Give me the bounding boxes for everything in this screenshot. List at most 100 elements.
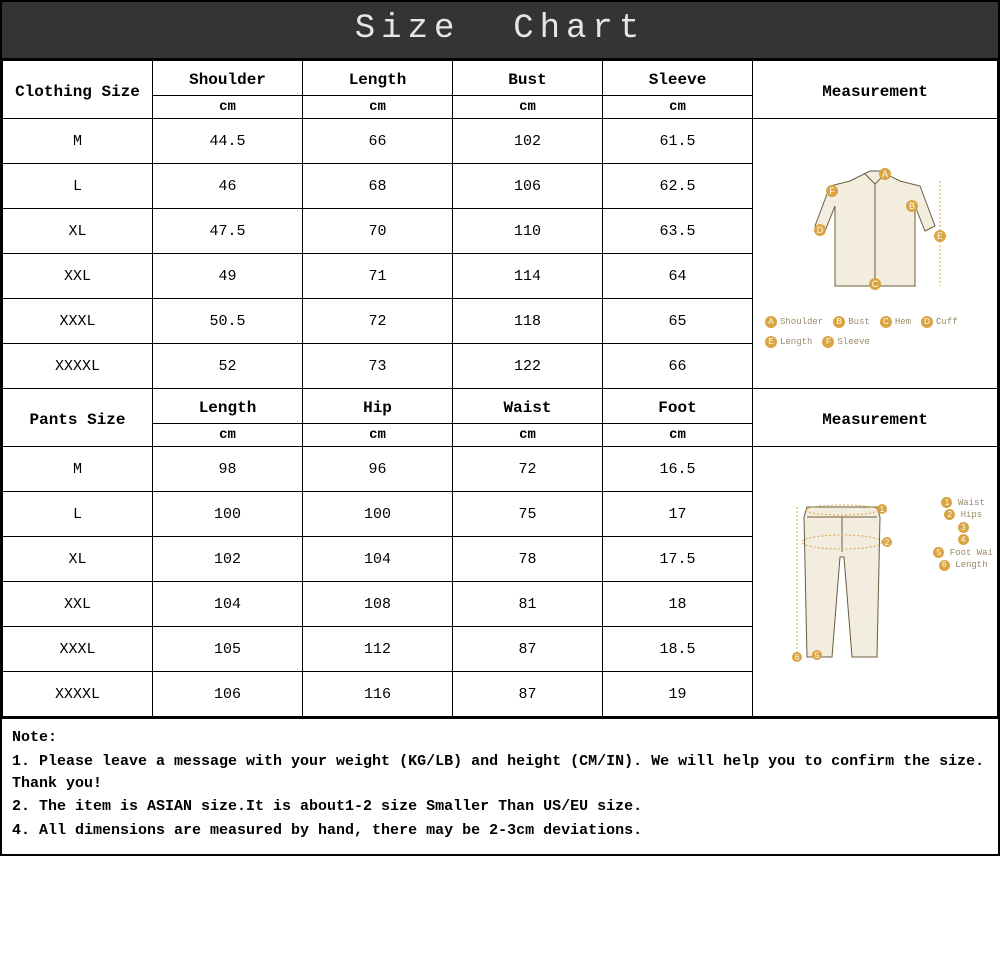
pants-size-header: Pants Size bbox=[3, 389, 153, 447]
cell: 47.5 bbox=[153, 209, 303, 254]
size-label: M bbox=[3, 119, 153, 164]
unit-foot: cm bbox=[603, 424, 753, 447]
cell: 78 bbox=[453, 537, 603, 582]
size-label: M bbox=[3, 447, 153, 492]
cell: 102 bbox=[453, 119, 603, 164]
cell: 65 bbox=[603, 299, 753, 344]
unit-bust: cm bbox=[453, 96, 603, 119]
cell: 49 bbox=[153, 254, 303, 299]
pants-legend: 1 Waist 2 Hips 3 4 5 Foot Wai 6 Length bbox=[933, 497, 993, 573]
cell: 81 bbox=[453, 582, 603, 627]
shirt-measurement-diagram: A B C D E F AShoulder BBust bbox=[753, 119, 998, 389]
cell: 44.5 bbox=[153, 119, 303, 164]
unit-waist: cm bbox=[453, 424, 603, 447]
svg-text:5: 5 bbox=[815, 651, 820, 660]
size-label: XXL bbox=[3, 254, 153, 299]
cell: 64 bbox=[603, 254, 753, 299]
notes-section: Note: 1. Please leave a message with you… bbox=[2, 717, 998, 854]
title-bar: Size Chart bbox=[2, 2, 998, 60]
cell: 100 bbox=[303, 492, 453, 537]
size-label: XXXXL bbox=[3, 672, 153, 717]
svg-text:1: 1 bbox=[880, 505, 885, 514]
col-hip: Hip bbox=[303, 389, 453, 424]
cell: 63.5 bbox=[603, 209, 753, 254]
cell: 66 bbox=[303, 119, 453, 164]
cell: 16.5 bbox=[603, 447, 753, 492]
cell: 73 bbox=[303, 344, 453, 389]
size-label: XXXXL bbox=[3, 344, 153, 389]
cell: 104 bbox=[153, 582, 303, 627]
cell: 102 bbox=[153, 537, 303, 582]
svg-text:E: E bbox=[937, 231, 943, 241]
unit-p-length: cm bbox=[153, 424, 303, 447]
cell: 114 bbox=[453, 254, 603, 299]
cell: 72 bbox=[303, 299, 453, 344]
cell: 72 bbox=[453, 447, 603, 492]
cell: 17.5 bbox=[603, 537, 753, 582]
unit-shoulder: cm bbox=[153, 96, 303, 119]
shirt-legend: AShoulder BBust CHem DCuff ELength FSlee… bbox=[757, 312, 993, 348]
unit-sleeve: cm bbox=[603, 96, 753, 119]
cell: 96 bbox=[303, 447, 453, 492]
cell: 52 bbox=[153, 344, 303, 389]
svg-text:F: F bbox=[829, 186, 835, 196]
notes-heading: Note: bbox=[12, 727, 988, 749]
shirt-icon: A B C D E F bbox=[790, 166, 960, 306]
pants-meas-header: Measurement bbox=[753, 389, 998, 447]
note-line: 4. All dimensions are measured by hand, … bbox=[12, 820, 988, 842]
svg-text:A: A bbox=[882, 169, 888, 179]
svg-text:6: 6 bbox=[795, 653, 800, 662]
unit-hip: cm bbox=[303, 424, 453, 447]
cell: 61.5 bbox=[603, 119, 753, 164]
cell: 116 bbox=[303, 672, 453, 717]
cell: 19 bbox=[603, 672, 753, 717]
cell: 106 bbox=[453, 164, 603, 209]
cell: 100 bbox=[153, 492, 303, 537]
clothing-table: Clothing Size Shoulder Length Bust Sleev… bbox=[2, 60, 998, 717]
col-sleeve: Sleeve bbox=[603, 61, 753, 96]
col-waist: Waist bbox=[453, 389, 603, 424]
cell: 106 bbox=[153, 672, 303, 717]
size-label: L bbox=[3, 492, 153, 537]
pants-measurement-diagram: 1 2 5 6 1 Waist 2 Hips 3 4 5 Foot Wai 6 … bbox=[753, 447, 998, 717]
cell: 87 bbox=[453, 627, 603, 672]
cell: 87 bbox=[453, 672, 603, 717]
chart-title: Size Chart bbox=[355, 10, 645, 48]
table-row: M 44.5 66 102 61.5 A B bbox=[3, 119, 998, 164]
unit-length: cm bbox=[303, 96, 453, 119]
cell: 66 bbox=[603, 344, 753, 389]
note-line: 2. The item is ASIAN size.It is about1-2… bbox=[12, 796, 988, 818]
cell: 50.5 bbox=[153, 299, 303, 344]
cell: 62.5 bbox=[603, 164, 753, 209]
size-label: XXXL bbox=[3, 299, 153, 344]
col-shoulder: Shoulder bbox=[153, 61, 303, 96]
cell: 98 bbox=[153, 447, 303, 492]
size-label: XXL bbox=[3, 582, 153, 627]
svg-text:B: B bbox=[909, 201, 915, 211]
col-foot: Foot bbox=[603, 389, 753, 424]
cell: 75 bbox=[453, 492, 603, 537]
col-length: Length bbox=[303, 61, 453, 96]
cell: 70 bbox=[303, 209, 453, 254]
size-label: L bbox=[3, 164, 153, 209]
size-chart-container: Size Chart Clothing Size Shoulder Length… bbox=[0, 0, 1000, 856]
svg-text:C: C bbox=[872, 279, 879, 289]
cell: 46 bbox=[153, 164, 303, 209]
col-p-length: Length bbox=[153, 389, 303, 424]
pants-icon: 1 2 5 6 bbox=[782, 497, 902, 667]
cell: 104 bbox=[303, 537, 453, 582]
cell: 110 bbox=[453, 209, 603, 254]
table-row: M 98 96 72 16.5 bbox=[3, 447, 998, 492]
cell: 122 bbox=[453, 344, 603, 389]
col-bust: Bust bbox=[453, 61, 603, 96]
cell: 108 bbox=[303, 582, 453, 627]
cell: 18 bbox=[603, 582, 753, 627]
cell: 105 bbox=[153, 627, 303, 672]
svg-text:2: 2 bbox=[885, 538, 890, 547]
svg-text:D: D bbox=[817, 225, 824, 235]
clothing-size-header: Clothing Size bbox=[3, 61, 153, 119]
size-label: XL bbox=[3, 537, 153, 582]
cell: 112 bbox=[303, 627, 453, 672]
note-line: 1. Please leave a message with your weig… bbox=[12, 751, 988, 795]
cell: 18.5 bbox=[603, 627, 753, 672]
